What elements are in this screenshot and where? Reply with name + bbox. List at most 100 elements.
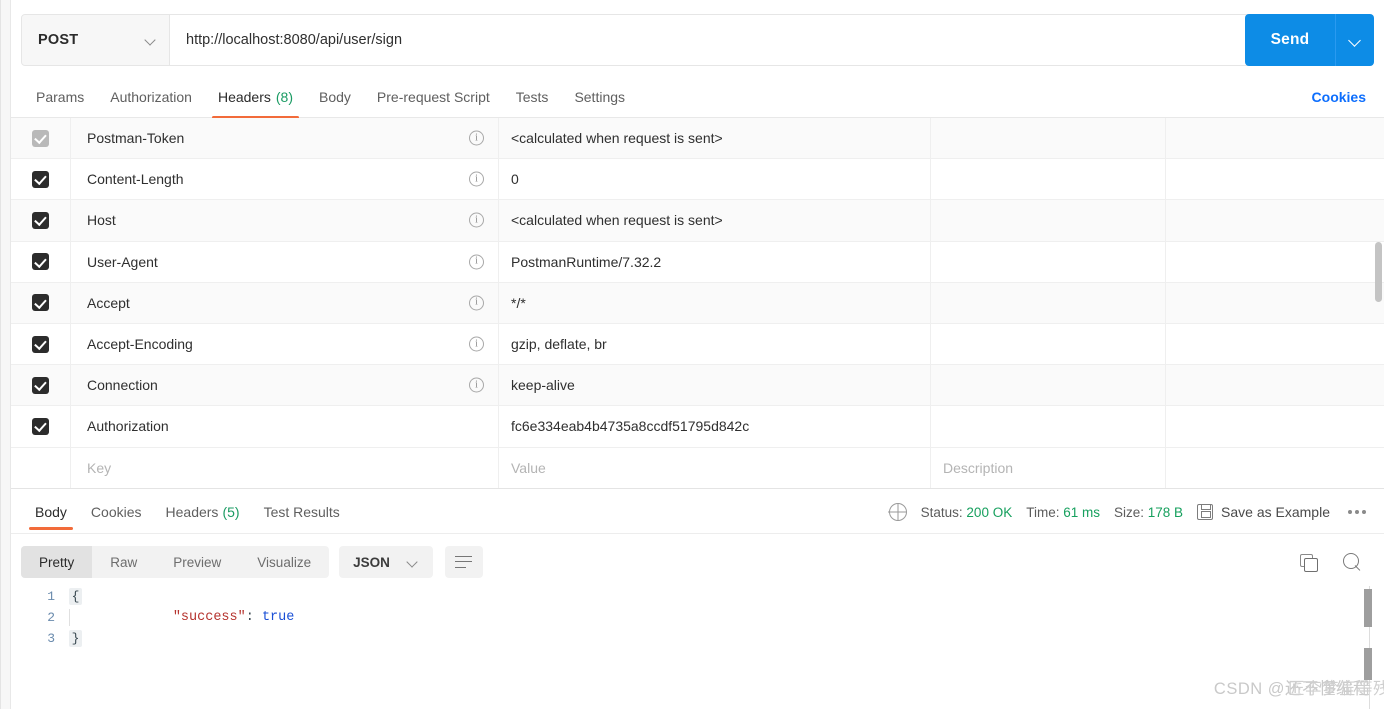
row-value-cell[interactable]: fc6e334eab4b4735a8ccdf51795d842c — [499, 406, 931, 446]
row-key-cell[interactable]: Authorization — [71, 406, 499, 446]
row-value-cell[interactable]: 0 — [499, 159, 931, 199]
row-key-cell[interactable]: Postman-Token i — [71, 118, 499, 158]
info-icon[interactable]: i — [469, 378, 484, 393]
request-tabs: Params Authorization Headers (8) Body Pr… — [11, 76, 1384, 118]
header-enabled-checkbox[interactable] — [32, 253, 49, 270]
tab-label: Body — [319, 89, 351, 105]
new-description-input[interactable]: Description — [931, 448, 1166, 488]
header-key: Accept — [87, 295, 130, 311]
time-label: Time: — [1026, 505, 1059, 520]
send-button[interactable]: Send — [1245, 14, 1374, 66]
headers-table-scrollbar[interactable] — [1375, 242, 1382, 302]
table-row[interactable]: Content-Length i 0 — [11, 159, 1384, 200]
info-icon[interactable]: i — [469, 337, 484, 352]
cookies-link[interactable]: Cookies — [1312, 76, 1366, 118]
code-fold-brace[interactable]: { — [69, 588, 82, 605]
row-tail-cell — [1166, 159, 1384, 199]
row-value-cell[interactable]: <calculated when request is sent> — [499, 200, 931, 240]
row-key-cell[interactable]: Accept i — [71, 283, 499, 323]
code-fold-brace[interactable]: } — [69, 630, 82, 647]
row-value-cell[interactable]: */* — [499, 283, 931, 323]
table-row[interactable]: Accept-Encoding i gzip, deflate, br — [11, 324, 1384, 365]
header-enabled-checkbox[interactable] — [32, 212, 49, 229]
table-row[interactable]: Accept i */* — [11, 283, 1384, 324]
row-key-cell[interactable]: Content-Length i — [71, 159, 499, 199]
table-row-new[interactable]: Key Value Description — [11, 448, 1384, 489]
row-description-cell[interactable] — [931, 283, 1166, 323]
new-key-input[interactable]: Key — [71, 448, 499, 488]
info-icon[interactable]: i — [469, 254, 484, 269]
search-icon[interactable] — [1343, 553, 1362, 572]
tab-label: Settings — [574, 89, 625, 105]
row-key-cell[interactable]: Connection i — [71, 365, 499, 405]
row-description-cell[interactable] — [931, 118, 1166, 158]
tab-tests[interactable]: Tests — [503, 76, 562, 118]
request-url-input[interactable]: http://localhost:8080/api/user/sign — [170, 15, 1255, 65]
view-mode-raw[interactable]: Raw — [92, 546, 155, 578]
row-key-cell[interactable]: Host i — [71, 200, 499, 240]
info-icon[interactable]: i — [469, 295, 484, 310]
left-gutter — [1, 0, 11, 709]
view-mode-visualize[interactable]: Visualize — [239, 546, 329, 578]
row-description-cell[interactable] — [931, 200, 1166, 240]
row-description-cell[interactable] — [931, 159, 1166, 199]
row-value-cell[interactable]: <calculated when request is sent> — [499, 118, 931, 158]
info-icon[interactable]: i — [469, 131, 484, 146]
watermark-name: 还不懂编程匠李梦笙等残 — [1285, 675, 1370, 699]
response-tab-cookies[interactable]: Cookies — [79, 490, 154, 534]
http-method-label: POST — [38, 32, 78, 48]
view-mode-preview[interactable]: Preview — [155, 546, 239, 578]
response-tabs: Body Cookies Headers (5) Test Results St… — [11, 490, 1384, 534]
row-key-cell[interactable]: Accept-Encoding i — [71, 324, 499, 364]
row-key-cell[interactable]: User-Agent i — [71, 242, 499, 282]
response-body-code[interactable]: 1 { 2 "success": true 3 } CSDN @还不懂编程匠李梦… — [11, 586, 1384, 709]
row-description-cell[interactable] — [931, 324, 1166, 364]
row-tail-cell — [1166, 406, 1384, 446]
row-value-cell[interactable]: gzip, deflate, br — [499, 324, 931, 364]
row-value-cell[interactable]: keep-alive — [499, 365, 931, 405]
view-mode-pretty[interactable]: Pretty — [21, 546, 92, 578]
tab-settings[interactable]: Settings — [561, 76, 638, 118]
header-enabled-checkbox[interactable] — [32, 377, 49, 394]
row-value-cell[interactable]: PostmanRuntime/7.32.2 — [499, 242, 931, 282]
info-icon[interactable]: i — [469, 213, 484, 228]
tab-authorization[interactable]: Authorization — [97, 76, 205, 118]
more-options-icon[interactable] — [1344, 506, 1370, 518]
response-tab-test-results[interactable]: Test Results — [252, 490, 352, 534]
url-bar: POST http://localhost:8080/api/user/sign… — [11, 0, 1384, 80]
copy-icon[interactable] — [1300, 554, 1317, 571]
table-row[interactable]: Authorization fc6e334eab4b4735a8ccdf5179… — [11, 406, 1384, 447]
new-value-input[interactable]: Value — [499, 448, 931, 488]
header-enabled-checkbox[interactable] — [32, 418, 49, 435]
row-description-cell[interactable] — [931, 406, 1166, 446]
row-tail-cell — [1166, 242, 1384, 282]
header-key: Host — [87, 212, 116, 228]
tab-params[interactable]: Params — [23, 76, 97, 118]
header-key: Authorization — [87, 418, 169, 434]
tab-pre-request-script[interactable]: Pre-request Script — [364, 76, 503, 118]
table-row[interactable]: User-Agent i PostmanRuntime/7.32.2 — [11, 242, 1384, 283]
tab-headers[interactable]: Headers (8) — [205, 76, 306, 118]
response-tab-body[interactable]: Body — [23, 490, 79, 534]
tab-body[interactable]: Body — [306, 76, 364, 118]
table-row[interactable]: Connection i keep-alive — [11, 365, 1384, 406]
wrap-lines-button[interactable] — [445, 546, 483, 578]
table-row[interactable]: Postman-Token i <calculated when request… — [11, 118, 1384, 159]
body-format-select[interactable]: JSON — [339, 546, 433, 578]
header-enabled-checkbox[interactable] — [32, 294, 49, 311]
row-description-cell[interactable] — [931, 242, 1166, 282]
http-method-select[interactable]: POST — [22, 15, 170, 65]
row-description-cell[interactable] — [931, 365, 1166, 405]
header-enabled-checkbox[interactable] — [32, 336, 49, 353]
save-as-example-button[interactable]: Save as Example — [1197, 504, 1330, 520]
row-checkbox-cell — [11, 406, 71, 446]
header-enabled-checkbox[interactable] — [32, 171, 49, 188]
scrollbar-thumb[interactable] — [1364, 589, 1372, 627]
header-value: 0 — [511, 171, 519, 187]
code-indent-guide — [69, 609, 82, 626]
send-options-button[interactable] — [1336, 14, 1374, 66]
response-tab-headers[interactable]: Headers (5) — [154, 490, 252, 534]
code-line: 2 "success": true — [11, 607, 1384, 628]
table-row[interactable]: Host i <calculated when request is sent> — [11, 200, 1384, 241]
info-icon[interactable]: i — [469, 172, 484, 187]
